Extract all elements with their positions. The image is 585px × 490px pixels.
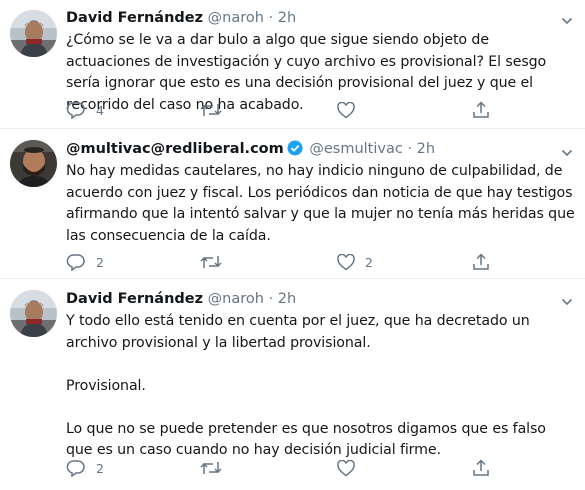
author-name[interactable]: David Fernández [66,10,203,26]
share-button[interactable] [472,458,490,478]
tweet-actions: 2 2 [66,252,585,272]
like-icon [337,459,355,476]
tweet-actions: 2 [66,458,585,478]
like-icon [337,253,355,270]
separator: · [268,10,274,26]
tweet-header: David Fernández @naroh · 2h [66,289,296,309]
tweet[interactable]: David Fernández @naroh · 2h Y todo ello … [0,278,585,490]
like-count: 2 [365,254,373,270]
timestamp[interactable]: 2h [278,291,296,307]
author-handle[interactable]: @esmultivac [309,141,402,157]
author-name[interactable]: David Fernández [66,291,203,307]
author-handle[interactable]: @naroh [208,291,264,307]
share-icon [473,253,489,270]
retweet-icon [200,104,222,116]
reply-button[interactable]: 2 [66,458,104,478]
avatar[interactable] [10,10,57,57]
like-button[interactable] [337,100,365,120]
retweet-button[interactable] [200,100,232,120]
tweet[interactable]: David Fernández @naroh · 2h ¿Cómo se le … [0,0,585,129]
tweet-header: @multivac@redliberal.com @esmultivac · 2… [66,139,435,162]
caret-down-icon[interactable] [561,293,573,306]
share-icon [473,459,489,476]
share-button[interactable] [472,252,490,272]
reply-icon [66,460,85,477]
avatar[interactable] [10,290,57,337]
retweet-icon [200,462,222,474]
author-handle[interactable]: @naroh [208,10,264,26]
author-name[interactable]: @multivac@redliberal.com [66,141,284,157]
caret-down-icon[interactable] [561,144,573,157]
retweet-icon [200,256,222,268]
reply-count: 4 [96,102,104,118]
share-icon [473,101,489,118]
reply-button[interactable]: 2 [66,252,104,272]
retweet-button[interactable] [200,252,232,272]
separator: · [268,291,274,307]
avatar[interactable] [10,140,57,187]
caret-down-icon[interactable] [561,12,573,25]
reply-button[interactable]: 4 [66,100,104,120]
like-icon [337,101,355,118]
reply-count: 2 [96,460,104,476]
tweet-text: Y todo ello está tenido en cuenta por el… [66,313,546,458]
tweet[interactable]: @multivac@redliberal.com @esmultivac · 2… [0,128,585,279]
timestamp[interactable]: 2h [278,10,296,26]
verified-badge-icon [287,140,303,162]
timestamp[interactable]: 2h [417,141,435,157]
reply-icon [66,102,85,119]
reply-count: 2 [96,254,104,270]
tweet-text: No hay medidas cautelares, no hay indici… [66,163,580,244]
retweet-button[interactable] [200,458,232,478]
like-button[interactable] [337,458,365,478]
share-button[interactable] [472,100,490,120]
like-button[interactable]: 2 [337,252,373,272]
reply-icon [66,254,85,271]
tweet-header: David Fernández @naroh · 2h [66,8,296,28]
separator: · [407,141,413,157]
tweet-actions: 4 [66,100,585,120]
